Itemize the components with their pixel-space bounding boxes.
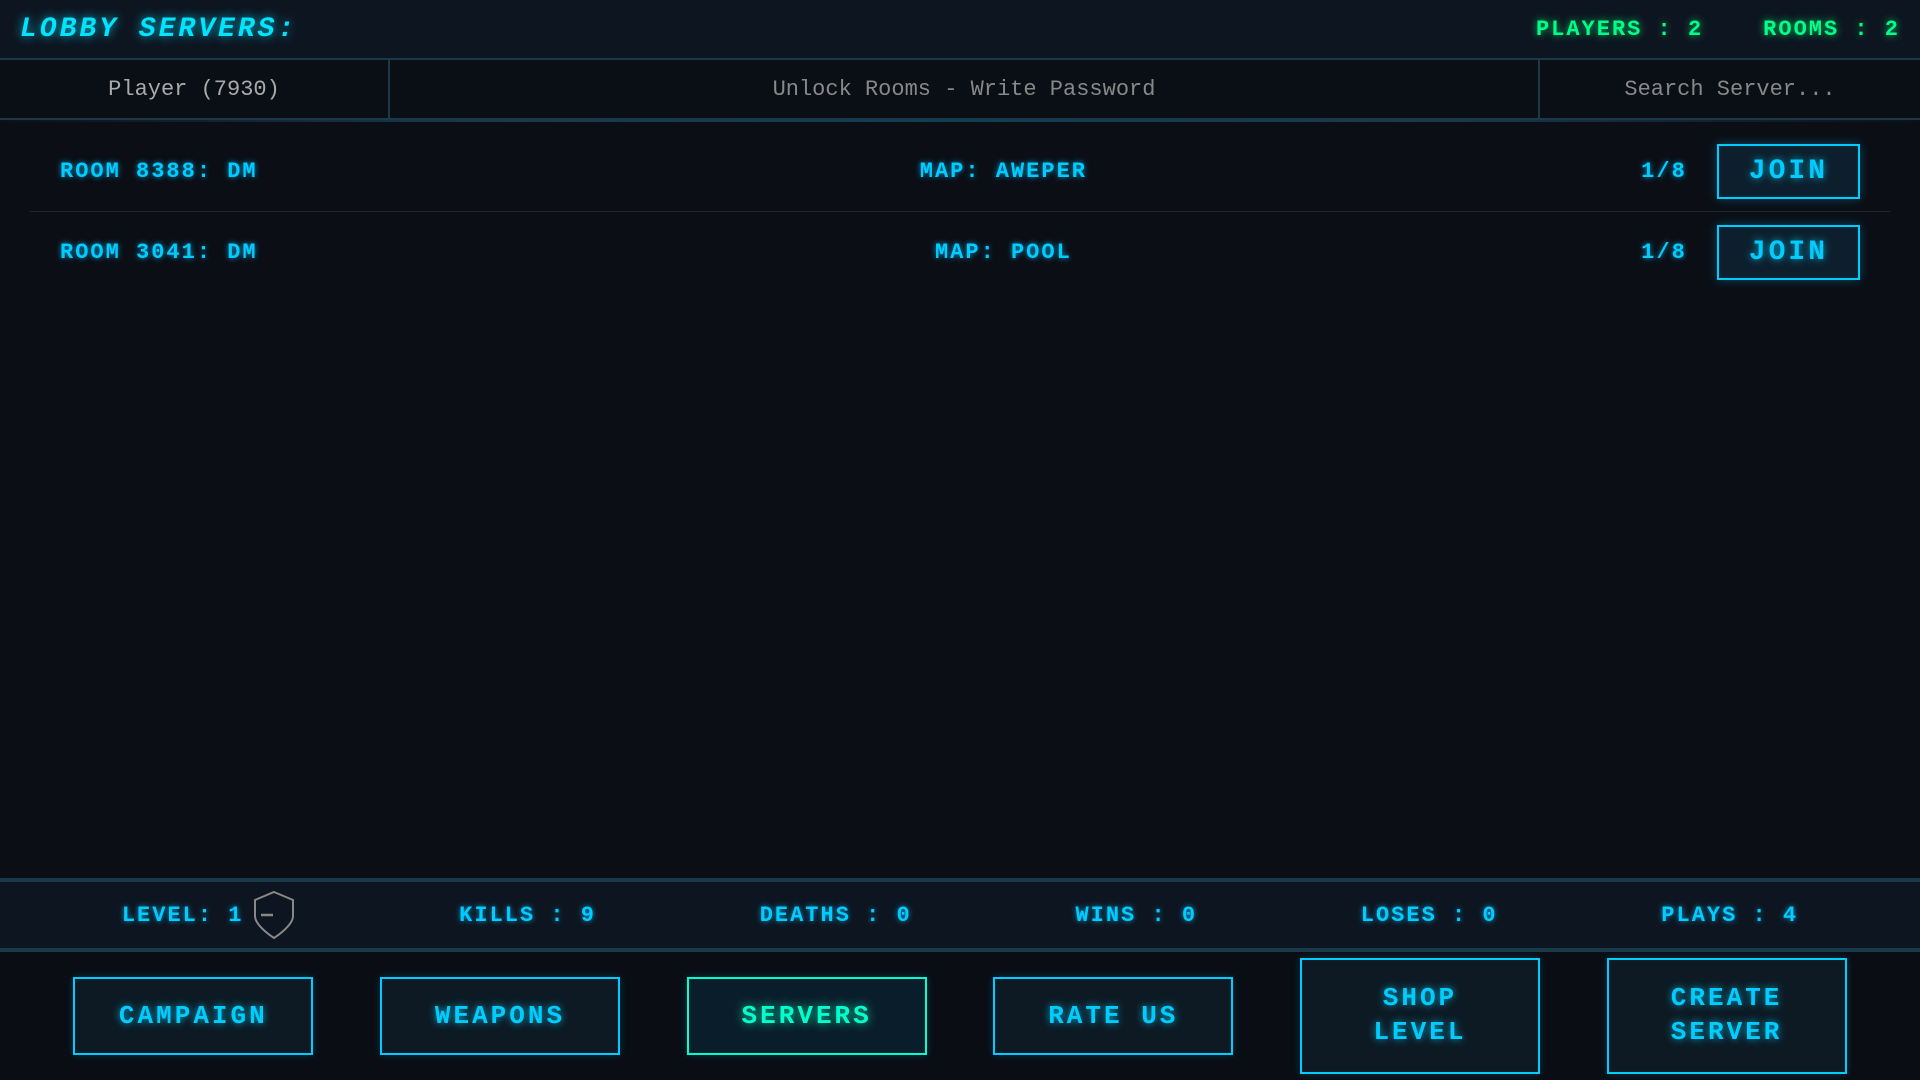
room-slots: 1/8 bbox=[1567, 240, 1687, 265]
password-placeholder: Unlock Rooms - Write Password bbox=[773, 77, 1156, 102]
plays-item: PLAYS : 4 bbox=[1661, 903, 1798, 928]
top-bar: Player (7930) Unlock Rooms - Write Passw… bbox=[0, 60, 1920, 120]
level-label: LEVEL: 1 bbox=[122, 903, 244, 928]
rooms-count: ROOMS : 2 bbox=[1763, 17, 1900, 42]
table-row: ROOM 3041: DM MAP: POOL 1/8 JOIN bbox=[30, 212, 1890, 292]
lobby-title: LOBBY SERVERS: bbox=[20, 14, 297, 45]
password-field[interactable]: Unlock Rooms - Write Password bbox=[390, 60, 1540, 118]
join-button-1[interactable]: JOIN bbox=[1717, 144, 1860, 199]
campaign-button[interactable]: CAMPAIGN bbox=[73, 977, 313, 1055]
deaths-item: DEATHS : 0 bbox=[760, 903, 912, 928]
room-list: ROOM 8388: DM MAP: AWEPER 1/8 JOIN ROOM … bbox=[0, 122, 1920, 880]
deaths-label: DEATHS : 0 bbox=[760, 903, 912, 928]
kills-label: KILLS : 9 bbox=[459, 903, 596, 928]
player-field[interactable]: Player (7930) bbox=[0, 60, 390, 118]
player-value: Player (7930) bbox=[108, 77, 280, 102]
shop-level-line1: SHOP bbox=[1383, 983, 1457, 1013]
room-map: MAP: POOL bbox=[440, 240, 1567, 265]
join-button-2[interactable]: JOIN bbox=[1717, 225, 1860, 280]
room-name: ROOM 3041: DM bbox=[60, 240, 440, 265]
search-placeholder: Search Server... bbox=[1624, 77, 1835, 102]
players-count: PLAYERS : 2 bbox=[1536, 17, 1703, 42]
plays-label: PLAYS : 4 bbox=[1661, 903, 1798, 928]
kills-item: KILLS : 9 bbox=[459, 903, 596, 928]
shop-level-button[interactable]: SHOP LEVEL bbox=[1300, 958, 1540, 1074]
stats-bar: LEVEL: 1 KILLS : 9 DEATHS : 0 WINS : 0 L… bbox=[0, 880, 1920, 950]
bottom-nav: CAMPAIGN WEAPONS SERVERS RATE US SHOP LE… bbox=[0, 950, 1920, 1080]
servers-button[interactable]: SERVERS bbox=[687, 977, 927, 1055]
create-server-button[interactable]: CREATE SERVER bbox=[1607, 958, 1847, 1074]
loses-item: LOSES : 0 bbox=[1361, 903, 1498, 928]
table-row: ROOM 8388: DM MAP: AWEPER 1/8 JOIN bbox=[30, 132, 1890, 212]
header-stats: PLAYERS : 2 ROOMS : 2 bbox=[1536, 17, 1900, 42]
rate-us-button[interactable]: RATE US bbox=[993, 977, 1233, 1055]
loses-label: LOSES : 0 bbox=[1361, 903, 1498, 928]
header: LOBBY SERVERS: PLAYERS : 2 ROOMS : 2 bbox=[0, 0, 1920, 60]
weapons-button[interactable]: WEAPONS bbox=[380, 977, 620, 1055]
shop-level-line2: LEVEL bbox=[1373, 1017, 1466, 1047]
main-container: LOBBY SERVERS: PLAYERS : 2 ROOMS : 2 Pla… bbox=[0, 0, 1920, 1080]
level-item: LEVEL: 1 bbox=[122, 890, 296, 940]
wins-item: WINS : 0 bbox=[1075, 903, 1197, 928]
search-field[interactable]: Search Server... bbox=[1540, 60, 1920, 118]
room-slots: 1/8 bbox=[1567, 159, 1687, 184]
room-name: ROOM 8388: DM bbox=[60, 159, 440, 184]
create-server-line1: CREATE bbox=[1671, 983, 1783, 1013]
shield-icon bbox=[253, 890, 295, 940]
create-server-line2: SERVER bbox=[1671, 1017, 1783, 1047]
room-map: MAP: AWEPER bbox=[440, 159, 1567, 184]
wins-label: WINS : 0 bbox=[1075, 903, 1197, 928]
